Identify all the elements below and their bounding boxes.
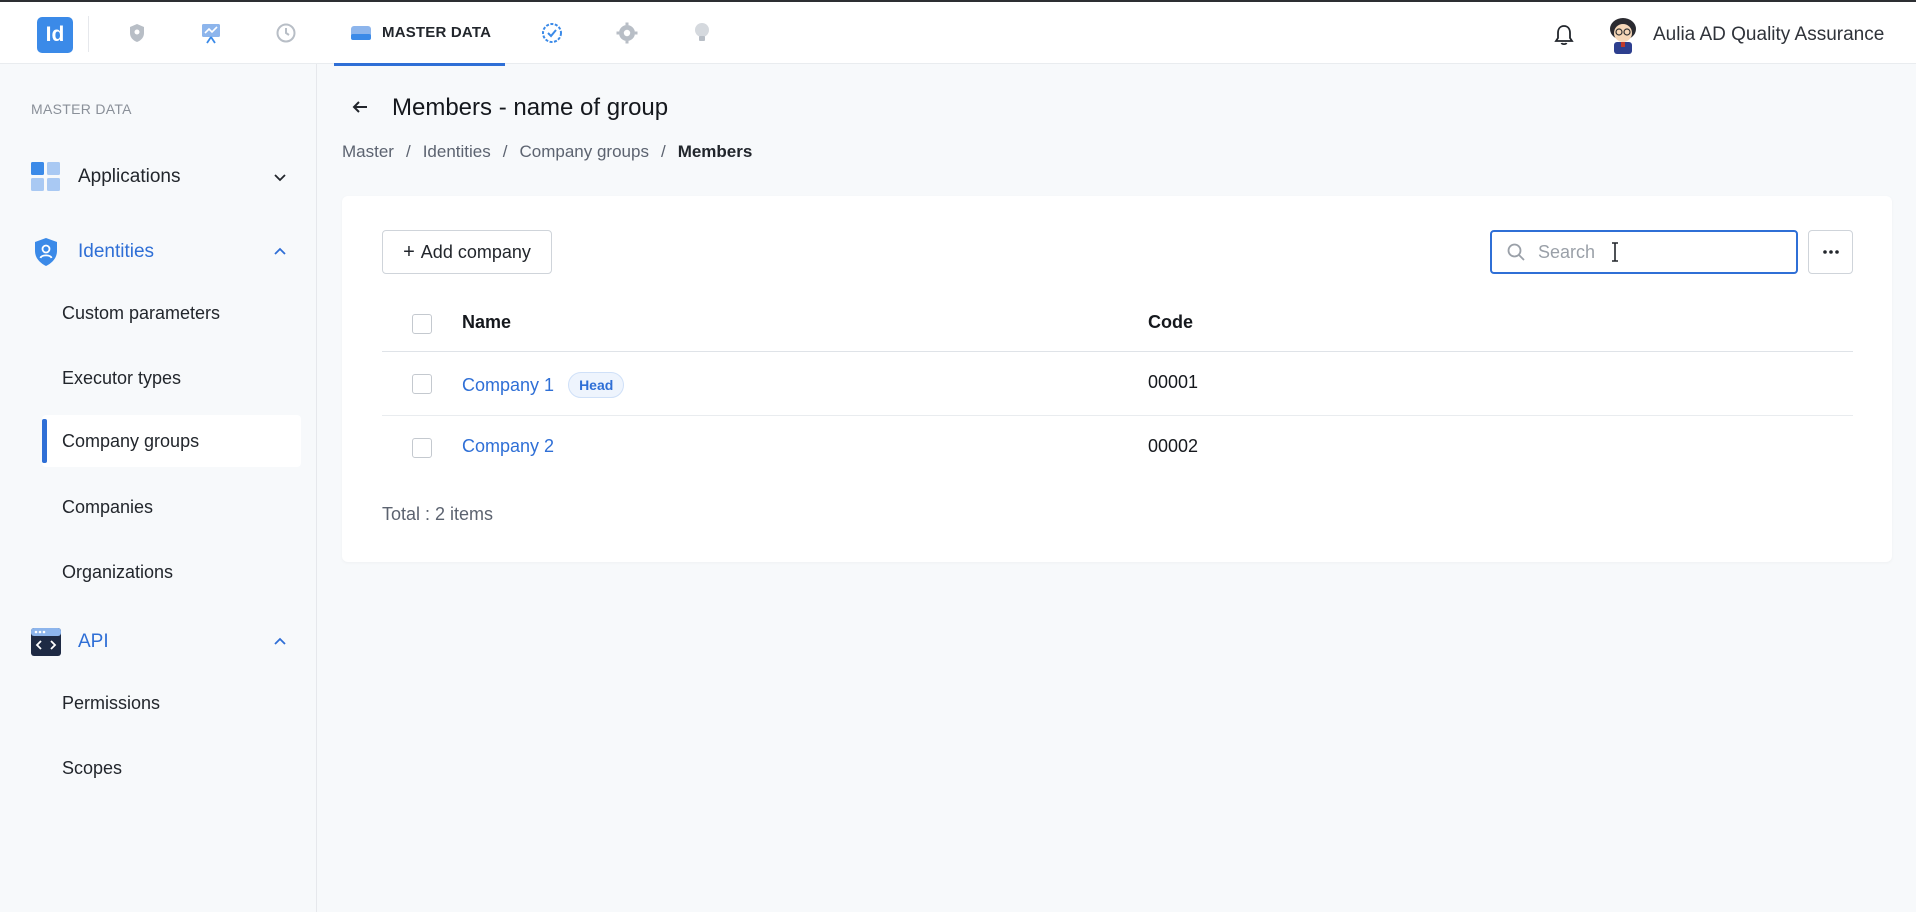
sidebar-group-label: Identities [78, 241, 155, 262]
app-logo[interactable]: Id [37, 17, 73, 53]
column-header-code[interactable]: Code [1148, 312, 1193, 333]
apps-grid-icon [31, 162, 60, 191]
add-company-label: Add company [420, 241, 531, 262]
top-navigation-bar: Id MASTER DATA Aulia AD Quality Assuranc… [0, 0, 1916, 66]
sidebar-item-companies[interactable]: Companies [42, 481, 301, 533]
breadcrumb-members: Members [677, 142, 753, 161]
code-cell: 00002 [1148, 436, 1199, 456]
search-icon [1507, 243, 1525, 261]
chevron-up-icon [274, 637, 286, 645]
sidebar-group-applications[interactable]: Applications [30, 157, 290, 197]
members-card: + Add company Name Code Company 1 Head 0… [342, 196, 1892, 562]
breadcrumb-separator: / [660, 142, 666, 161]
nav-tab-master-data[interactable]: MASTER DATA [334, 2, 505, 66]
plus-icon: + [403, 241, 415, 263]
identity-shield-icon [35, 238, 57, 266]
sidebar-item-executor-types[interactable]: Executor types [42, 352, 301, 404]
more-horizontal-icon [1822, 250, 1839, 254]
company-link[interactable]: Company 2 [462, 436, 554, 457]
sidebar-group-label: Applications [78, 166, 181, 187]
sidebar: MASTER DATA Applications Identities Cust… [0, 64, 317, 912]
sidebar-group-api[interactable]: API [30, 622, 290, 662]
members-table: Name Code Company 1 Head 00001 Company 2… [382, 296, 1853, 480]
api-code-icon [31, 628, 61, 656]
breadcrumb-master[interactable]: Master [342, 142, 394, 162]
nav-tab-label: MASTER DATA [382, 24, 492, 41]
row-checkbox[interactable] [412, 438, 432, 458]
breadcrumb-separator: / [502, 142, 508, 161]
more-options-button[interactable] [1808, 230, 1853, 274]
logo-divider [88, 16, 89, 52]
column-header-name[interactable]: Name [462, 312, 511, 333]
head-badge: Head [568, 372, 625, 398]
code-cell: 00001 [1148, 372, 1199, 392]
search-box[interactable] [1490, 230, 1798, 274]
name-cell: Company 1 Head [462, 372, 625, 398]
master-data-icon [351, 25, 371, 40]
text-cursor-icon [1612, 242, 1618, 262]
notification-bell-icon[interactable] [1551, 22, 1577, 48]
sidebar-item-organizations[interactable]: Organizations [42, 546, 301, 598]
table-row: Company 1 Head 00001 [382, 352, 1853, 416]
sidebar-item-permissions[interactable]: Permissions [42, 677, 301, 729]
total-items-label: Total : 2 items [382, 504, 494, 524]
chevron-down-icon [274, 174, 286, 182]
arrow-left-icon [352, 101, 367, 113]
sidebar-item-custom-parameters[interactable]: Custom parameters [42, 287, 301, 339]
name-cell: Company 2 [462, 436, 554, 457]
chevron-up-icon [274, 247, 286, 255]
breadcrumb-company-groups[interactable]: Company groups [519, 142, 648, 162]
sidebar-section-title: MASTER DATA [31, 101, 132, 117]
page-title: Members - name of group [392, 94, 669, 121]
breadcrumb-identities[interactable]: Identities [423, 142, 491, 162]
idea-bulb-icon[interactable] [687, 18, 717, 48]
row-checkbox[interactable] [412, 374, 432, 394]
dashboard-chart-icon[interactable] [196, 18, 226, 48]
search-input[interactable] [1538, 241, 1768, 263]
add-company-button[interactable]: + Add company [382, 230, 552, 274]
security-shield-icon[interactable] [122, 18, 152, 48]
table-header: Name Code [382, 296, 1853, 352]
settings-gear-icon[interactable] [612, 18, 642, 48]
back-button[interactable] [345, 94, 375, 120]
sidebar-group-label: API [78, 631, 109, 652]
sidebar-item-company-groups[interactable]: Company groups [42, 415, 301, 467]
user-name[interactable]: Aulia AD Quality Assurance [1653, 24, 1884, 46]
user-avatar[interactable] [1604, 15, 1642, 55]
sidebar-item-scopes[interactable]: Scopes [42, 742, 301, 794]
approval-check-icon[interactable] [537, 18, 567, 48]
company-link[interactable]: Company 1 [462, 375, 554, 396]
history-clock-icon[interactable] [271, 18, 301, 48]
breadcrumb-separator: / [405, 142, 411, 161]
select-all-checkbox[interactable] [412, 314, 432, 334]
sidebar-group-identities[interactable]: Identities [30, 232, 290, 272]
table-row: Company 2 00002 [382, 416, 1853, 480]
breadcrumb: Master / Identities / Company groups / M… [342, 142, 752, 162]
